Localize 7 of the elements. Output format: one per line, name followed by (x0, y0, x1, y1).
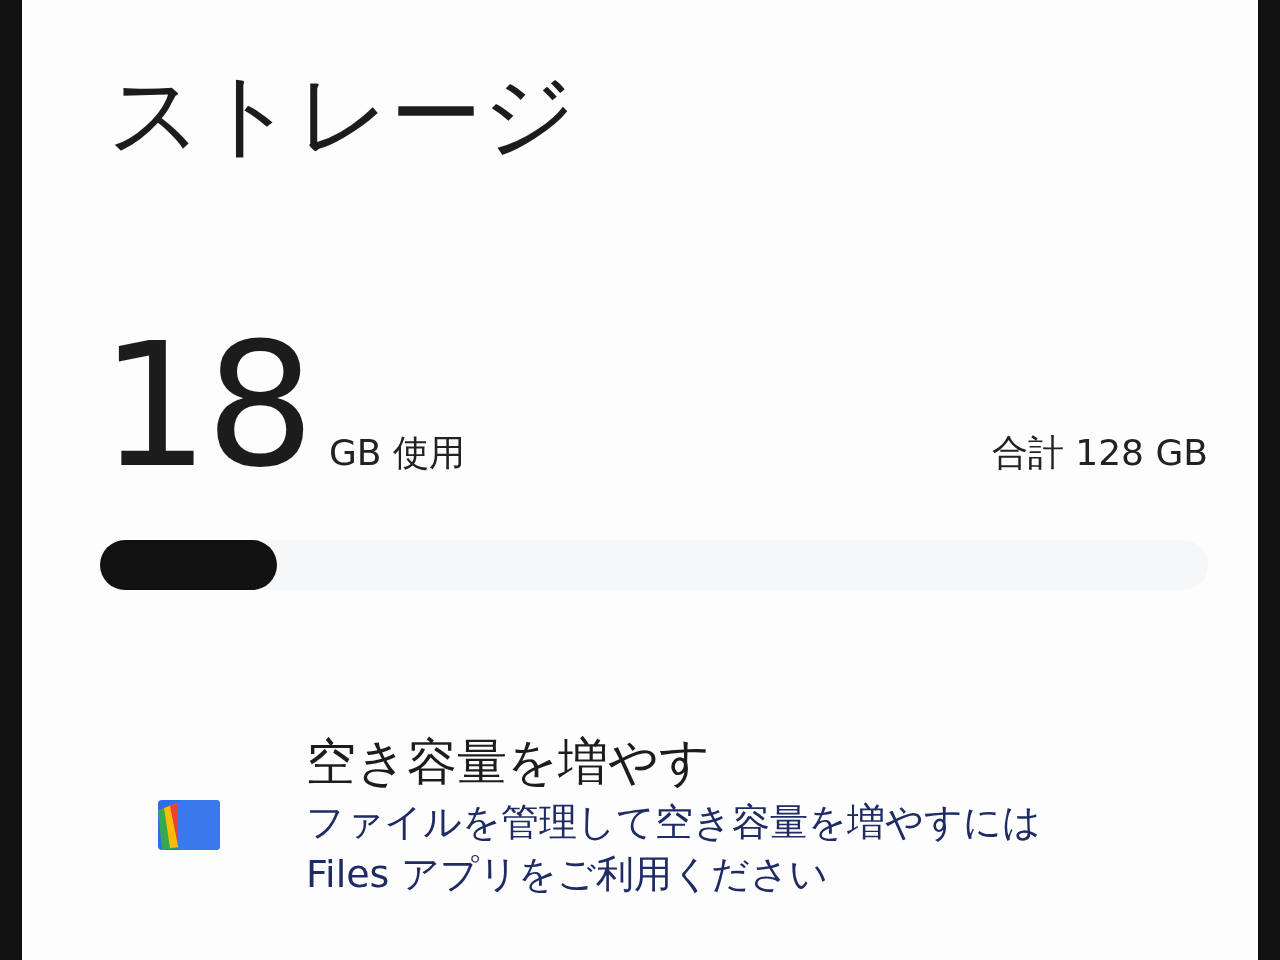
files-app-icon[interactable] (156, 800, 220, 851)
used-unit: GB 使用 (328, 431, 465, 476)
suggestion-title[interactable]: 空き容量を増やす (306, 730, 1041, 796)
suggestion-description: ファイルを管理して空き容量を増やすには Files アプリをご利用ください (306, 799, 1041, 898)
total-capacity: 合計 128 GB (991, 431, 1208, 476)
used-amount: 18 (100, 320, 311, 493)
page-title: ストレージ (108, 60, 577, 170)
